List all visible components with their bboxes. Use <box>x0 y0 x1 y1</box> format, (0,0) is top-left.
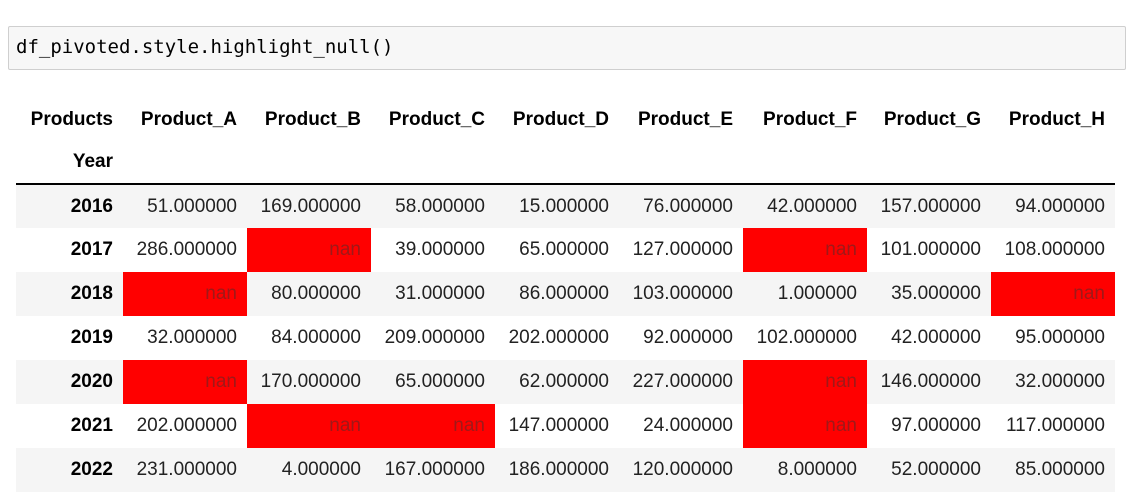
table-cell: 157.000000 <box>867 184 991 228</box>
table-cell: 80.000000 <box>247 272 371 316</box>
row-index-label: 2020 <box>16 360 123 404</box>
column-header: Product_B <box>264 108 361 130</box>
table-cell: 65.000000 <box>495 228 619 272</box>
index-name-row: Year <box>16 141 1115 185</box>
null-highlighted-cell: nan <box>371 404 495 448</box>
row-index-label: 2016 <box>16 184 123 228</box>
table-row: 2019 32.000000 84.000000 209.000000 202.0000… <box>16 316 1115 360</box>
null-highlighted-cell: nan <box>247 404 371 448</box>
index-name-label: Year <box>16 141 123 185</box>
table-cell: 52.000000 <box>867 448 991 492</box>
table-row: 2022 231.000000 4.000000 167.000000 186.0000… <box>16 448 1115 492</box>
blank-header-cell <box>991 141 1115 185</box>
table-cell: 58.000000 <box>371 184 495 228</box>
row-index-label: 2018 <box>16 272 123 316</box>
blank-header-cell <box>123 141 247 185</box>
table-cell: 42.000000 <box>743 184 867 228</box>
table-cell: 167.000000 <box>371 448 495 492</box>
table-cell: 117.000000 <box>991 404 1115 448</box>
table-cell: 103.000000 <box>619 272 743 316</box>
table-cell: 227.000000 <box>619 360 743 404</box>
table-row: 2016 51.000000 169.000000 58.000000 15.00000… <box>16 184 1115 228</box>
row-index-label: 2019 <box>16 316 123 360</box>
table-row: 2017 286.000000 nan 39.000000 65.000000 127.0… <box>16 228 1115 272</box>
table-cell: 92.000000 <box>619 316 743 360</box>
column-header: Product_H <box>1008 108 1105 130</box>
table-cell: 108.000000 <box>991 228 1115 272</box>
table-cell: 86.000000 <box>495 272 619 316</box>
null-highlighted-cell: nan <box>743 404 867 448</box>
dataframe-table: Products Product_A Product_B Product_C P… <box>16 98 1115 492</box>
columns-header-row: Products Product_A Product_B Product_C P… <box>16 98 1115 141</box>
table-row: 2018 nan 80.000000 31.000000 86.000000 103.00… <box>16 272 1115 316</box>
table-cell: 146.000000 <box>867 360 991 404</box>
row-index-label: 2022 <box>16 448 123 492</box>
blank-header-cell <box>619 141 743 185</box>
table-cell: 39.000000 <box>371 228 495 272</box>
code-cell-input[interactable]: df_pivoted.style.highlight_null() <box>8 26 1126 70</box>
table-cell: 76.000000 <box>619 184 743 228</box>
table-cell: 65.000000 <box>371 360 495 404</box>
table-cell: 127.000000 <box>619 228 743 272</box>
table-cell: 32.000000 <box>123 316 247 360</box>
table-cell: 35.000000 <box>867 272 991 316</box>
table-cell: 147.000000 <box>495 404 619 448</box>
table-cell: 8.000000 <box>743 448 867 492</box>
table-cell: 102.000000 <box>743 316 867 360</box>
null-highlighted-cell: nan <box>123 272 247 316</box>
table-cell: 84.000000 <box>247 316 371 360</box>
table-cell: 120.000000 <box>619 448 743 492</box>
blank-header-cell <box>867 141 991 185</box>
table-cell: 62.000000 <box>495 360 619 404</box>
row-index-label: 2021 <box>16 404 123 448</box>
column-header: Product_A <box>140 108 237 130</box>
table-cell: 4.000000 <box>247 448 371 492</box>
table-cell: 231.000000 <box>123 448 247 492</box>
table-cell: 51.000000 <box>123 184 247 228</box>
table-cell: 1.000000 <box>743 272 867 316</box>
column-header: Product_G <box>883 108 981 130</box>
blank-header-cell <box>247 141 371 185</box>
null-highlighted-cell: nan <box>247 228 371 272</box>
table-cell: 186.000000 <box>495 448 619 492</box>
code-source: df_pivoted.style.highlight_null() <box>16 36 394 58</box>
null-highlighted-cell: nan <box>123 360 247 404</box>
table-cell: 32.000000 <box>991 360 1115 404</box>
table-cell: 94.000000 <box>991 184 1115 228</box>
blank-header-cell <box>743 141 867 185</box>
row-index-label: 2017 <box>16 228 123 272</box>
blank-header-cell <box>371 141 495 185</box>
table-cell: 24.000000 <box>619 404 743 448</box>
table-cell: 209.000000 <box>371 316 495 360</box>
table-cell: 286.000000 <box>123 228 247 272</box>
table-row: 2020 nan 170.000000 65.000000 62.000000 227.0… <box>16 360 1115 404</box>
table-cell: 95.000000 <box>991 316 1115 360</box>
table-cell: 42.000000 <box>867 316 991 360</box>
null-highlighted-cell: nan <box>991 272 1115 316</box>
table-cell: 169.000000 <box>247 184 371 228</box>
column-header: Product_C <box>388 108 485 130</box>
table-cell: 97.000000 <box>867 404 991 448</box>
column-header: Product_E <box>637 108 733 130</box>
columns-name-label: Products <box>30 108 113 130</box>
table-body: 2016 51.000000 169.000000 58.000000 15.00000… <box>16 184 1115 492</box>
blank-header-cell <box>495 141 619 185</box>
table-cell: 202.000000 <box>495 316 619 360</box>
table-cell: 170.000000 <box>247 360 371 404</box>
table-cell: 85.000000 <box>991 448 1115 492</box>
column-header: Product_D <box>512 108 609 130</box>
table-cell: 101.000000 <box>867 228 991 272</box>
null-highlighted-cell: nan <box>743 228 867 272</box>
null-highlighted-cell: nan <box>743 360 867 404</box>
table-cell: 15.000000 <box>495 184 619 228</box>
table-cell: 31.000000 <box>371 272 495 316</box>
column-header: Product_F <box>763 108 857 130</box>
table-cell: 202.000000 <box>123 404 247 448</box>
table-row: 2021 202.000000 nan nan 147.000000 24.000000 n… <box>16 404 1115 448</box>
